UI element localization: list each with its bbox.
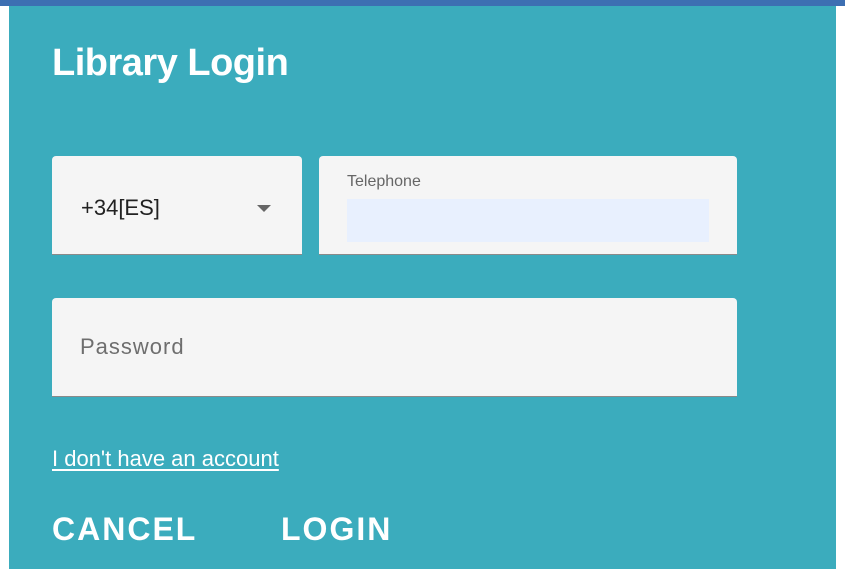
cancel-button[interactable]: CANCEL — [52, 511, 197, 548]
telephone-field[interactable]: Telephone — [319, 156, 737, 255]
password-field[interactable] — [52, 298, 737, 397]
country-code-select[interactable]: +34[ES] — [52, 156, 302, 255]
right-margin — [836, 6, 845, 569]
login-window: Library Login +34[ES] Telephone I don't … — [0, 0, 845, 569]
country-code-value: +34[ES] — [81, 195, 160, 220]
login-dialog: Library Login +34[ES] Telephone I don't … — [9, 6, 836, 569]
dialog-title: Library Login — [52, 42, 289, 84]
left-margin — [0, 6, 9, 569]
dropdown-arrow-icon — [257, 205, 271, 212]
telephone-input[interactable] — [347, 199, 709, 242]
login-button[interactable]: LOGIN — [281, 511, 392, 548]
no-account-link[interactable]: I don't have an account — [52, 446, 279, 472]
telephone-label: Telephone — [347, 173, 421, 190]
password-input[interactable] — [52, 298, 737, 396]
